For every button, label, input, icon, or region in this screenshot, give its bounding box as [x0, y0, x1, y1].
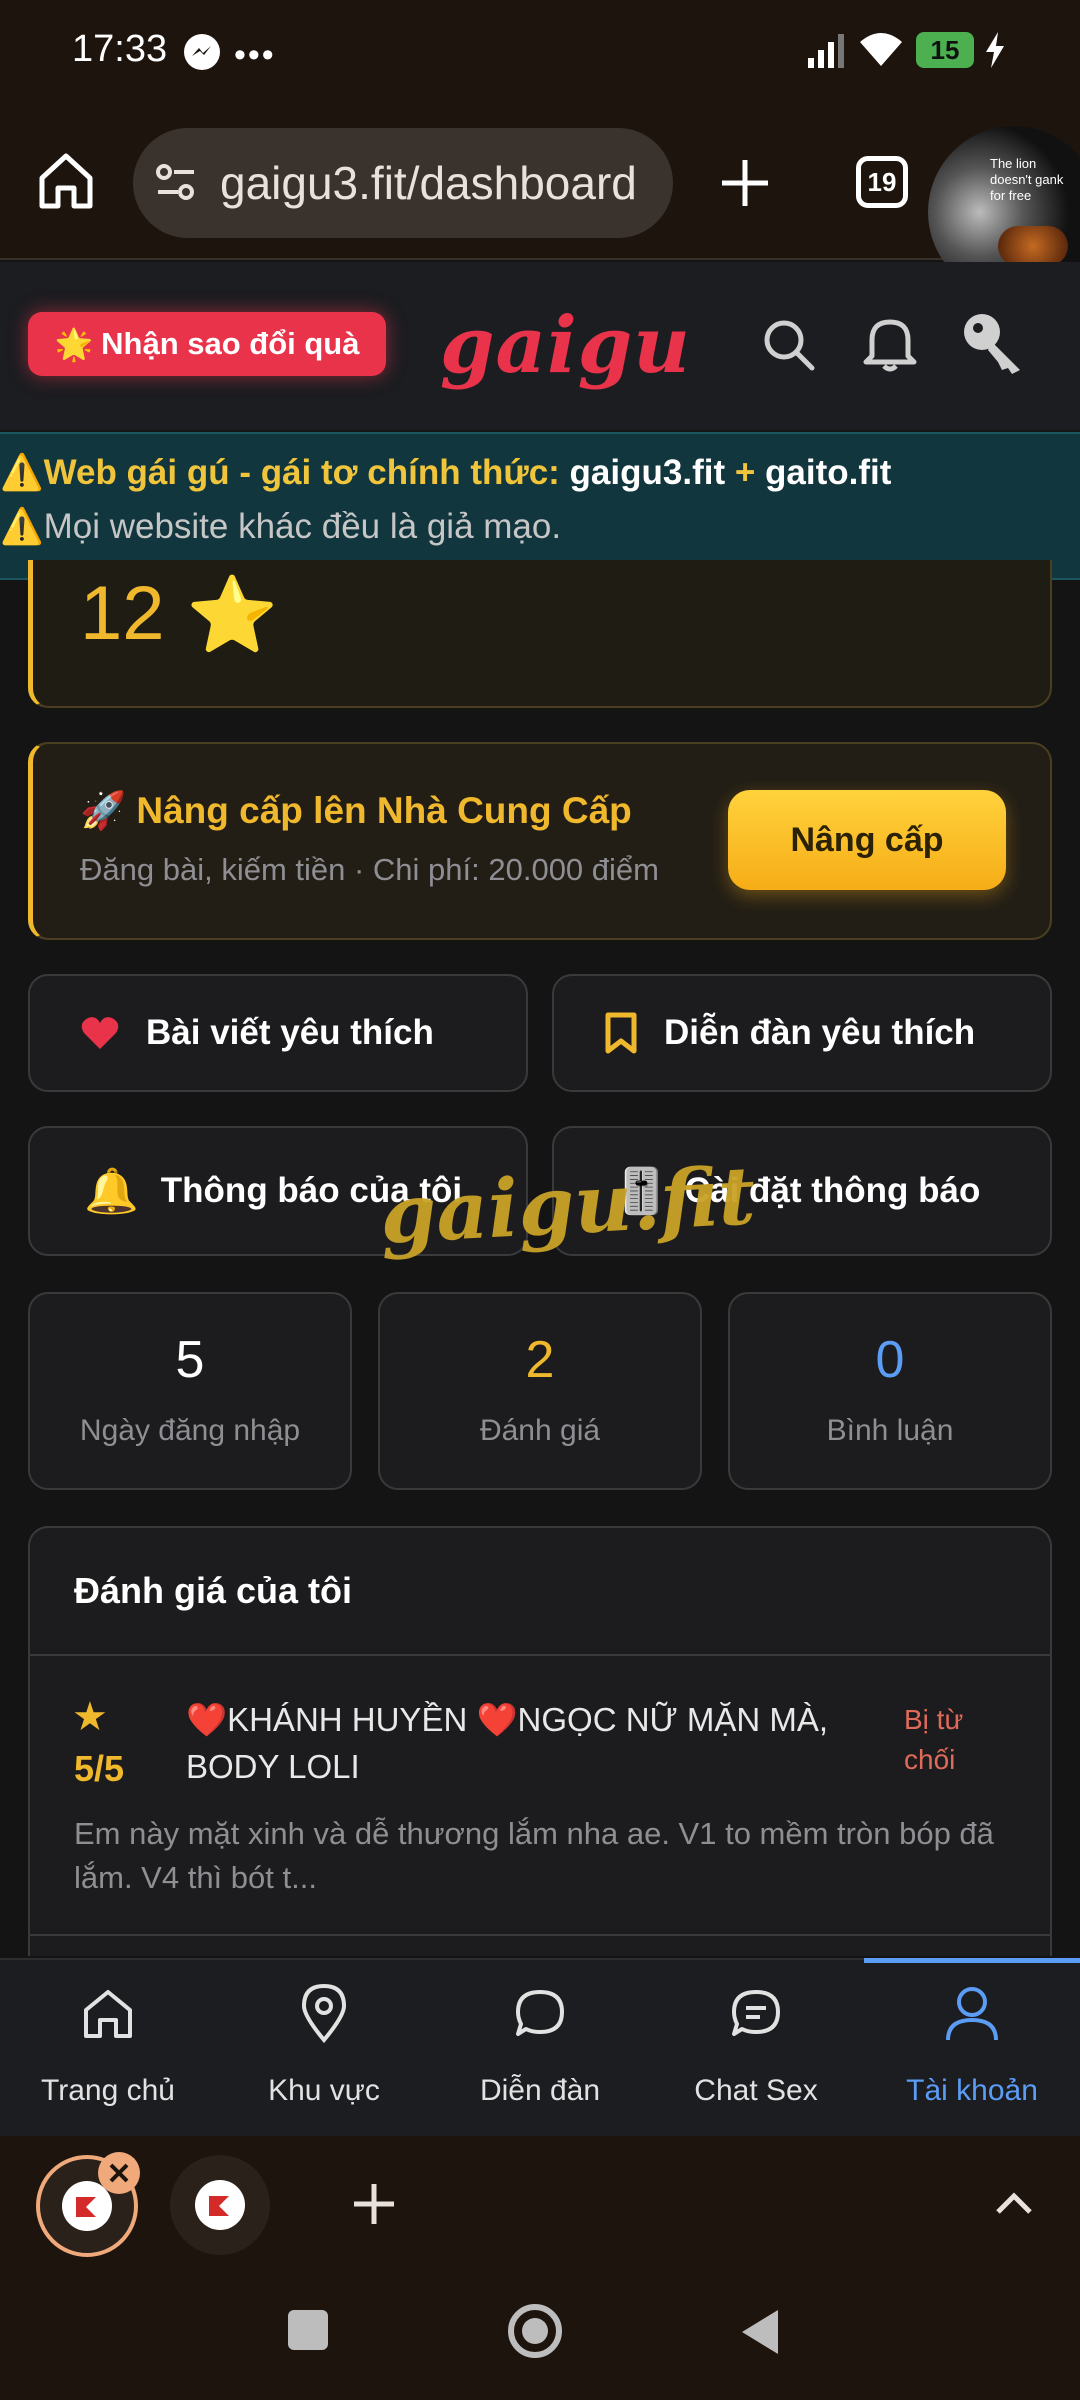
nav-label: Trang chủ	[41, 2074, 175, 2107]
nav-home[interactable]: Trang chủ	[0, 1962, 216, 2136]
nav-label: Khu vực	[268, 2074, 380, 2107]
search-icon[interactable]	[760, 316, 816, 377]
review-rating: 5/5	[74, 1748, 125, 1789]
location-pin-icon	[301, 1983, 347, 2044]
redeem-stars-button[interactable]: 🌟 Nhận sao đổi quà	[28, 312, 386, 376]
review-item[interactable]: ★ 5/5 ❤️KHÁNH HUYỀN ❤️NGỌC NỮ MẶN MÀ, BO…	[30, 1656, 1050, 1936]
messenger-icon	[184, 34, 220, 70]
battery-indicator: 15	[916, 32, 974, 68]
user-icon	[946, 1987, 998, 2041]
more-dots-icon: •••	[234, 36, 276, 74]
thumbnail-caption: The lion doesn't gank for free	[990, 156, 1064, 203]
chat-bubble-icon	[516, 1990, 564, 2036]
close-tab-icon[interactable]	[98, 2152, 140, 2194]
redeem-stars-label: Nhận sao đổi quà	[101, 326, 360, 361]
heart-icon	[81, 1017, 119, 1049]
stat-value: 2	[525, 1331, 555, 1389]
review-post-title[interactable]: ❤️KHÁNH HUYỀN ❤️NGỌC NỮ MẶN MÀ, BODY LOL…	[186, 1696, 886, 1790]
tab-thumbnail[interactable]	[170, 2155, 270, 2255]
notice-domain-2[interactable]: gaito.fit	[765, 453, 891, 492]
thumbnail-decoration	[998, 226, 1068, 266]
stat-value: 0	[875, 1331, 905, 1389]
notice-domain-1[interactable]: gaigu3.fit	[570, 453, 726, 492]
reviews-title: Đánh giá của tôi	[74, 1570, 353, 1611]
back-button-icon[interactable]	[740, 2308, 780, 2361]
stat-label: Đánh giá	[479, 1414, 601, 1447]
divider	[30, 1934, 1050, 1936]
favorite-posts-label: Bài viết yêu thích	[146, 1013, 434, 1052]
notice-plus: +	[725, 453, 765, 492]
upgrade-button[interactable]: Nâng cấp	[728, 790, 1006, 890]
chat-lines-icon	[732, 1990, 780, 2036]
home-icon	[84, 1990, 132, 2038]
stat-comments: 0 Bình luận	[728, 1292, 1052, 1490]
site-favicon-icon	[195, 2180, 245, 2230]
review-excerpt: Em này mặt xinh và dễ thương lắm nha ae.…	[74, 1816, 994, 1895]
upgrade-subtitle: Đăng bài, kiếm tiền · Chi phí: 20.000 đi…	[80, 852, 659, 887]
nav-label: Chat Sex	[694, 2074, 818, 2107]
wifi-icon	[856, 30, 906, 75]
nav-forum[interactable]: Diễn đàn	[432, 1962, 648, 2136]
status-time: 17:33	[72, 28, 168, 70]
stat-reviews: 2 Đánh giá	[378, 1292, 702, 1490]
stat-label: Bình luận	[826, 1414, 954, 1447]
upgrade-button-label: Nâng cấp	[790, 820, 944, 859]
home-button-dot	[522, 2318, 548, 2344]
stat-login-days: 5 Ngày đăng nhập	[28, 1292, 352, 1490]
site-logo[interactable]: gaigu	[440, 300, 691, 391]
bell-emoji-icon: 🔔	[84, 1167, 139, 1216]
tab-count: 19	[867, 166, 897, 197]
new-tab-icon[interactable]	[718, 156, 772, 215]
favorite-forums-label: Diễn đàn yêu thích	[664, 1013, 976, 1052]
nav-account[interactable]: Tài khoản	[864, 1962, 1080, 2136]
star-icon: ⭐	[186, 573, 279, 656]
home-button-icon[interactable]	[508, 2304, 562, 2358]
key-icon[interactable]	[960, 310, 1030, 381]
site-settings-icon[interactable]	[154, 160, 198, 209]
signal-icon	[806, 30, 846, 75]
home-icon[interactable]	[36, 150, 96, 217]
watermark-logo: gaigu.fit	[377, 1148, 758, 1262]
battery-level: 15	[930, 34, 960, 65]
stat-label: Ngày đăng nhập	[79, 1414, 301, 1447]
charging-icon	[984, 32, 1006, 73]
nav-label: Diễn đàn	[479, 2074, 601, 2107]
star-emoji: 🌟	[54, 326, 94, 362]
favorite-forums-button[interactable]: Diễn đàn yêu thích	[552, 974, 1052, 1092]
url-text[interactable]: gaigu3.fit/dashboard	[220, 150, 637, 216]
stars-count: 12	[80, 571, 165, 656]
nav-chat-sex[interactable]: Chat Sex	[648, 1962, 864, 2136]
add-tab-icon[interactable]	[352, 2182, 396, 2231]
nav-label: Tài khoản	[906, 2074, 1038, 2107]
upgrade-title: 🚀 Nâng cấp lên Nhà Cung Cấp	[80, 790, 632, 831]
chevron-up-icon[interactable]	[994, 2188, 1034, 2223]
browser-tab-strip	[0, 2136, 1080, 2400]
bell-icon[interactable]	[862, 312, 918, 379]
notice-line-2: ⚠️Mọi website khác đều là giả mạo.	[0, 507, 562, 546]
tab-switcher-button[interactable]: 19	[856, 156, 908, 208]
recents-button-icon[interactable]	[288, 2310, 328, 2350]
favorite-posts-button[interactable]: Bài viết yêu thích	[28, 974, 528, 1092]
stars-balance-card	[28, 560, 1052, 708]
review-star-icon: ★	[72, 1695, 108, 1739]
notice-prefix: ⚠️Web gái gú - gái tơ chính thức:	[0, 453, 570, 492]
stat-value: 5	[175, 1331, 205, 1389]
nav-region[interactable]: Khu vực	[216, 1962, 432, 2136]
notice-line-1: ⚠️Web gái gú - gái tơ chính thức: gaigu3…	[0, 452, 1080, 493]
review-status-badge: Bị từ chối	[904, 1704, 964, 1775]
bookmark-icon	[605, 1012, 637, 1054]
